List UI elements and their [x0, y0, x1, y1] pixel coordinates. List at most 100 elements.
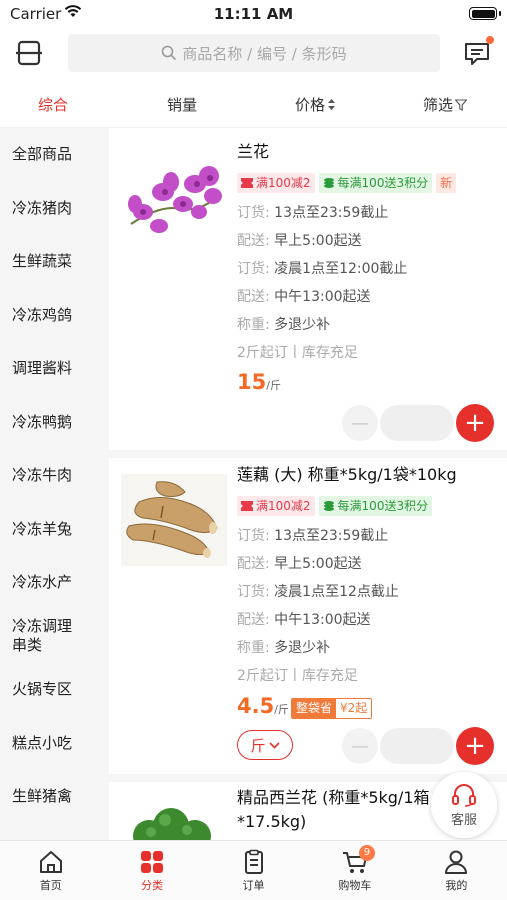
- promo-value: ¥2起: [340, 701, 368, 715]
- user-icon: [445, 850, 468, 874]
- unit-selector-value: 斤: [250, 736, 266, 755]
- category-item[interactable]: 冷冻鸭鹅: [0, 396, 109, 450]
- product-image-lotus-root: [121, 474, 227, 566]
- discount-tag: 满100减2: [237, 173, 315, 193]
- status-bar: Carrier 11:11 AM: [0, 0, 507, 28]
- tab-home[interactable]: 首页: [0, 841, 101, 900]
- sort-comprehensive[interactable]: 综合: [38, 94, 68, 115]
- sort-price-label: 价格: [295, 96, 326, 114]
- tab-mine[interactable]: 我的: [406, 841, 507, 900]
- coupon-icon: [241, 178, 253, 188]
- add-to-cart-button[interactable]: +: [456, 404, 494, 442]
- decrease-button[interactable]: —: [342, 728, 378, 764]
- product-image-orchid: [128, 166, 222, 233]
- discount-tag: 满100减2: [237, 496, 315, 516]
- points-tag: 每满100送3积分: [318, 496, 433, 516]
- coins-icon: [323, 501, 334, 511]
- category-item[interactable]: 冷冻水产: [0, 556, 109, 610]
- order-time-2: 订货: 凌晨1点至12点截止: [237, 584, 399, 600]
- stock-info: 2斤起订丨库存充足: [237, 345, 358, 361]
- points-text: 每满100送3积分: [337, 176, 429, 190]
- category-item[interactable]: 生鲜蔬菜: [0, 235, 109, 289]
- clock: 11:11 AM: [213, 5, 294, 23]
- order-time-1: 订货: 13点至23:59截止: [237, 528, 389, 544]
- sort-price[interactable]: 价格: [295, 94, 336, 115]
- discount-text: 满100减2: [256, 176, 311, 190]
- category-item[interactable]: 冷冻调理串类: [0, 610, 78, 664]
- category-item[interactable]: 全部商品: [0, 128, 109, 182]
- divider: [109, 450, 507, 458]
- sort-bar: 综合 销量 价格 筛选: [0, 80, 507, 128]
- product-list: 兰花 满100减2 每满100送3积分 新 订货: 13点至23:59截止 配送…: [109, 128, 507, 840]
- points-text: 每满100送3积分: [337, 499, 429, 513]
- tab-cart[interactable]: 9 购物车: [304, 841, 405, 900]
- order-time-1: 订货: 13点至23:59截止: [237, 205, 389, 221]
- decrease-button[interactable]: —: [342, 405, 378, 441]
- category-item[interactable]: 糕点小吃: [0, 717, 109, 771]
- weighing-note: 称重: 多退少补: [237, 317, 331, 333]
- stock-info: 2斤起订丨库存充足: [237, 668, 358, 684]
- bulk-promo-badge: 整袋省 ¥2起: [291, 698, 373, 719]
- product-tags: 满100减2 每满100送3积分: [237, 496, 433, 516]
- delivery-time-1: 配送: 早上5:00起送: [237, 556, 362, 572]
- product-name: 兰花: [237, 142, 270, 161]
- home-icon: [39, 851, 62, 873]
- category-item[interactable]: 生鲜猪禽: [0, 770, 109, 824]
- delivery-time-1: 配送: 早上5:00起送: [237, 233, 362, 249]
- chevron-down-icon: [268, 741, 280, 749]
- top-bar: 商品名称 / 编号 / 条形码: [0, 28, 507, 78]
- delivery-time-2: 配送: 中午13:00起送: [237, 289, 371, 305]
- promo-label: 整袋省: [292, 699, 337, 718]
- coins-icon: [323, 178, 334, 188]
- category-item[interactable]: 火锅专区: [0, 663, 109, 717]
- product-price: 15/斤: [237, 370, 281, 394]
- category-item[interactable]: 冷冻鸡鸽: [0, 289, 109, 343]
- sort-arrows-icon: [328, 99, 336, 110]
- headset-icon: [452, 783, 476, 807]
- category-item[interactable]: 冷冻牛肉: [0, 449, 109, 503]
- message-button[interactable]: [462, 36, 494, 68]
- category-item[interactable]: 冷冻羊兔: [0, 503, 109, 557]
- discount-text: 满100减2: [256, 499, 311, 513]
- delivery-time-2: 配送: 中午13:00起送: [237, 612, 371, 628]
- filter-button[interactable]: 筛选: [423, 94, 468, 115]
- bottom-tab-bar: 首页 分类 订单 9 购物车 我的: [0, 840, 507, 900]
- coupon-icon: [241, 501, 253, 511]
- product-tags: 满100减2 每满100送3积分 新: [237, 173, 457, 193]
- search-icon: [162, 45, 177, 61]
- orders-icon: [244, 849, 263, 874]
- tab-mine-label: 我的: [445, 879, 468, 892]
- order-time-2: 订货: 凌晨1点至12:00截止: [237, 261, 408, 277]
- product-name: 莲藕 (大) 称重*5kg/1袋*10kg: [237, 465, 457, 484]
- product-image-broccoli: [133, 808, 211, 840]
- new-tag: 新: [436, 173, 457, 193]
- category-item[interactable]: 冷冻猪肉: [0, 182, 109, 236]
- cart-count-badge: 9: [358, 845, 375, 861]
- tab-orders[interactable]: 订单: [203, 841, 304, 900]
- tab-category-label: 分类: [141, 879, 164, 892]
- weighing-note: 称重: 多退少补: [237, 640, 331, 656]
- tab-category[interactable]: 分类: [101, 841, 202, 900]
- quantity-input[interactable]: [380, 728, 454, 764]
- sort-sales[interactable]: 销量: [167, 94, 197, 115]
- product-price: 4.5/斤: [237, 694, 289, 718]
- add-to-cart-button[interactable]: +: [456, 727, 494, 765]
- quantity-input[interactable]: [380, 405, 454, 441]
- category-grid-icon: [141, 851, 164, 873]
- customer-service-button[interactable]: 客服: [431, 772, 497, 838]
- search-placeholder: 商品名称 / 编号 / 条形码: [182, 44, 347, 63]
- filter-icon: [455, 98, 468, 111]
- tab-home-label: 首页: [39, 879, 62, 892]
- category-sidebar: 全部商品 冷冻猪肉 生鲜蔬菜 冷冻鸡鸽 调理酱料 冷冻鸭鹅 冷冻牛肉 冷冻羊兔 …: [0, 128, 109, 840]
- unit-selector[interactable]: 斤: [237, 730, 293, 760]
- points-tag: 每满100送3积分: [318, 173, 433, 193]
- scan-icon[interactable]: [14, 38, 44, 68]
- tab-orders-label: 订单: [242, 879, 265, 892]
- filter-label: 筛选: [423, 96, 454, 114]
- battery-icon: [469, 7, 501, 20]
- unread-dot: [486, 36, 494, 44]
- tab-cart-label: 购物车: [338, 879, 372, 892]
- category-item[interactable]: 调理酱料: [0, 342, 109, 396]
- search-input[interactable]: 商品名称 / 编号 / 条形码: [68, 34, 440, 72]
- product-name: 精品西兰花 (称重*5kg/1箱*17.5kg): [237, 788, 430, 831]
